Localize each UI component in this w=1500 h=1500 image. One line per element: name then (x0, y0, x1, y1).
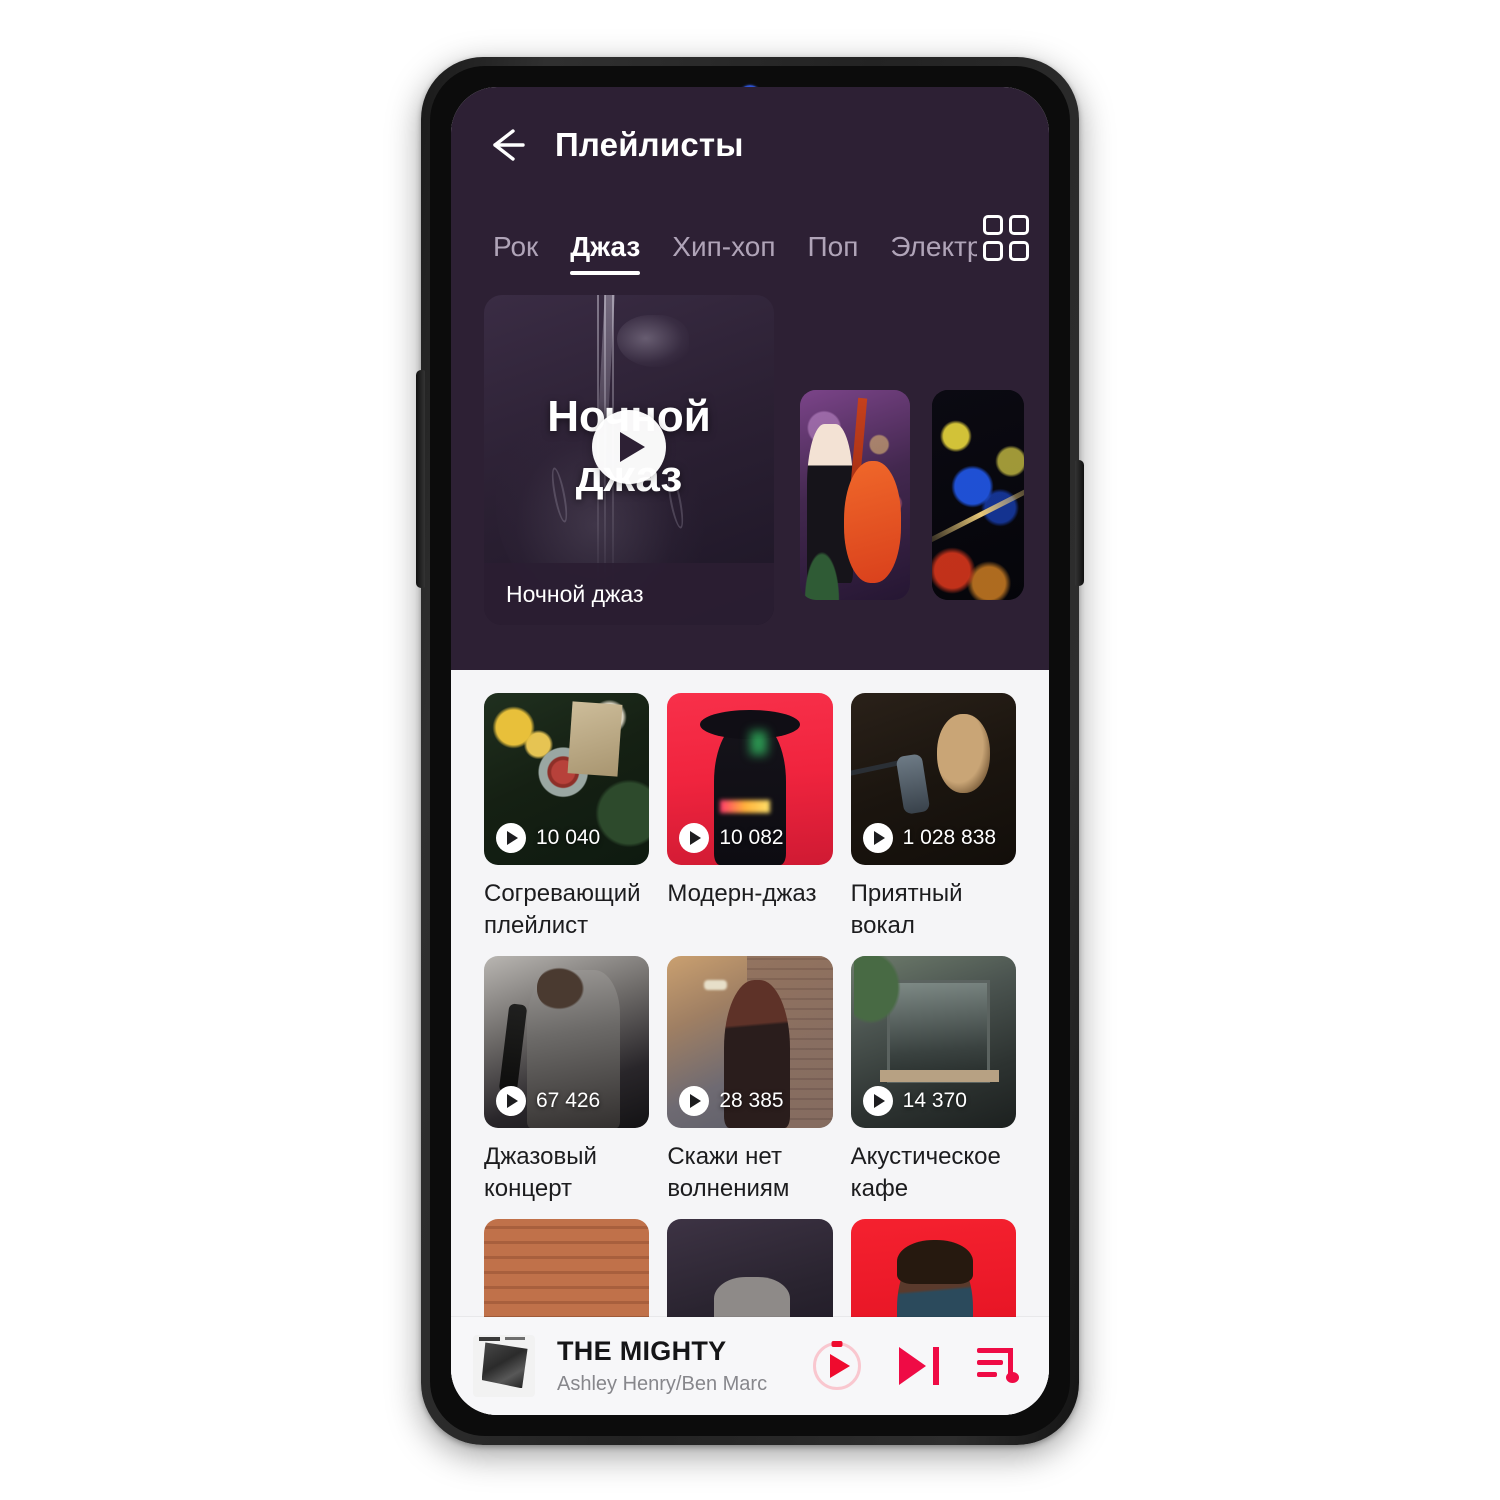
playlist-grid-scroll[interactable]: 10 040 Согревающий плейлист 10 082 Модер… (451, 670, 1049, 1415)
playlist-artwork: 10 082 (667, 693, 833, 865)
playlist-card[interactable]: 28 385 Скажи нет волнениям (667, 956, 833, 1205)
playlist-title-line1: Модерн-джаз (667, 880, 817, 907)
playlist-artwork: 10 040 (484, 693, 650, 865)
playlist-title-line1: Приятный (850, 880, 963, 907)
playlist-title: Приятный вокал (851, 878, 1016, 942)
playlist-title: Акустическое кафе (851, 1141, 1016, 1205)
playlist-artwork: 67 426 (484, 956, 650, 1128)
play-count-badge: 1 028 838 (862, 823, 997, 853)
tab-electronic[interactable]: Электрон (890, 231, 977, 275)
tab-pop[interactable]: Поп (808, 231, 859, 275)
grid-cell (1009, 215, 1029, 235)
bokeh-lights-art (932, 390, 1024, 600)
playlist-title-line2: плейлист (484, 912, 589, 939)
playlist-grid: 10 040 Согревающий плейлист 10 082 Модер… (451, 670, 1049, 1391)
play-count-badge: 67 426 (496, 1086, 600, 1116)
play-icon (496, 1086, 526, 1116)
tabs-scroll-container[interactable]: Рок Джаз Хип-хоп Поп Электрон (451, 231, 977, 275)
phone-device-frame: Плейлисты Рок Джаз Хип-хоп Поп Электрон (416, 57, 1084, 1445)
playlist-title-line2: концерт (484, 1175, 573, 1202)
volume-rocker-button[interactable] (416, 370, 425, 588)
playlist-artwork: 28 385 (667, 956, 833, 1128)
title-bar: Плейлисты (451, 87, 1049, 203)
playlist-title-line2: вокал (850, 912, 915, 939)
play-icon (496, 823, 526, 853)
phone-bezel: Плейлисты Рок Джаз Хип-хоп Поп Электрон (430, 66, 1070, 1436)
playlist-card[interactable]: 67 426 Джазовый концерт (484, 956, 650, 1205)
bass-body-art (844, 461, 902, 584)
play-count: 10 082 (719, 826, 784, 849)
playlist-title-line1: Джазовый (484, 1143, 597, 1170)
play-count: 14 370 (902, 1089, 967, 1112)
playlist-title: Согревающий плейлист (484, 878, 649, 942)
carousel-thumbnail-bokeh[interactable] (932, 390, 1024, 600)
app-header: Плейлисты Рок Джаз Хип-хоп Поп Электрон (451, 87, 1049, 295)
tab-hiphop[interactable]: Хип-хоп (672, 231, 775, 275)
page-title: Плейлисты (555, 126, 744, 163)
queue-music-icon[interactable] (977, 1348, 1019, 1384)
playlist-title-line1: Скажи нет (667, 1143, 782, 1170)
album-artwork (473, 1335, 535, 1397)
play-icon[interactable] (813, 1342, 861, 1390)
power-button[interactable] (1075, 460, 1084, 586)
playlist-card[interactable]: 14 370 Акустическое кафе (850, 956, 1016, 1205)
playlist-card[interactable]: 1 028 838 Приятный вокал (850, 693, 1016, 942)
playlist-card[interactable]: 10 040 Согревающий плейлист (484, 693, 650, 942)
playlist-title: Скажи нет волнениям (667, 1141, 832, 1205)
arrow-left-icon[interactable] (483, 121, 531, 169)
play-count: 67 426 (536, 1089, 601, 1112)
play-icon (862, 1086, 893, 1116)
playlist-artwork: 1 028 838 (850, 693, 1016, 865)
playlist-title: Модерн-джаз (667, 878, 832, 910)
play-count: 1 028 838 (902, 826, 997, 849)
tab-rock[interactable]: Рок (493, 231, 538, 275)
grid-cell (983, 241, 1003, 261)
skip-next-icon[interactable] (899, 1347, 939, 1385)
grid-view-icon[interactable] (983, 215, 1029, 261)
play-count: 28 385 (719, 1089, 784, 1112)
now-playing-meta: THE MIGHTY Ashley Henry/Ben Marc (557, 1336, 813, 1396)
playlist-title-line2: кафе (850, 1175, 909, 1202)
playlist-title: Джазовый концерт (484, 1141, 649, 1205)
now-playing-bar[interactable]: THE MIGHTY Ashley Henry/Ben Marc (451, 1317, 1049, 1415)
playlist-card[interactable]: 10 082 Модерн-джаз (667, 693, 833, 942)
play-count-badge: 10 040 (496, 823, 600, 853)
play-icon[interactable] (592, 410, 666, 484)
playlist-title-line2: волнениям (667, 1175, 790, 1202)
featured-card-label: Ночной джаз (484, 563, 774, 625)
phone-screen: Плейлисты Рок Джаз Хип-хоп Поп Электрон (451, 87, 1049, 1415)
play-count: 10 040 (536, 826, 601, 849)
play-count-badge: 14 370 (862, 1086, 967, 1116)
category-tabs: Рок Джаз Хип-хоп Поп Электрон (451, 203, 1049, 281)
play-icon (679, 1086, 710, 1116)
track-artist: Ashley Henry/Ben Marc (557, 1373, 768, 1395)
carousel-thumbnail-graffiti[interactable] (800, 390, 910, 600)
playlist-title-line1: Акустическое (850, 1143, 1001, 1170)
player-controls (813, 1342, 1019, 1390)
play-icon (679, 823, 710, 853)
tab-jazz[interactable]: Джаз (570, 231, 640, 275)
grid-cell (1009, 241, 1029, 261)
grid-cell (983, 215, 1003, 235)
featured-carousel[interactable]: Ночной джаз Ночной джаз (451, 295, 1049, 670)
play-count-badge: 10 082 (679, 823, 784, 853)
carousel-strip[interactable]: Ночной джаз Ночной джаз (451, 295, 1024, 625)
featured-playlist-card[interactable]: Ночной джаз Ночной джаз (484, 295, 774, 625)
playlist-title-line1: Согревающий (484, 880, 641, 907)
play-count-badge: 28 385 (679, 1086, 784, 1116)
play-icon (862, 823, 893, 853)
track-title: THE MIGHTY (557, 1336, 727, 1366)
plant-art (802, 545, 842, 600)
playlist-artwork: 14 370 (850, 956, 1016, 1128)
